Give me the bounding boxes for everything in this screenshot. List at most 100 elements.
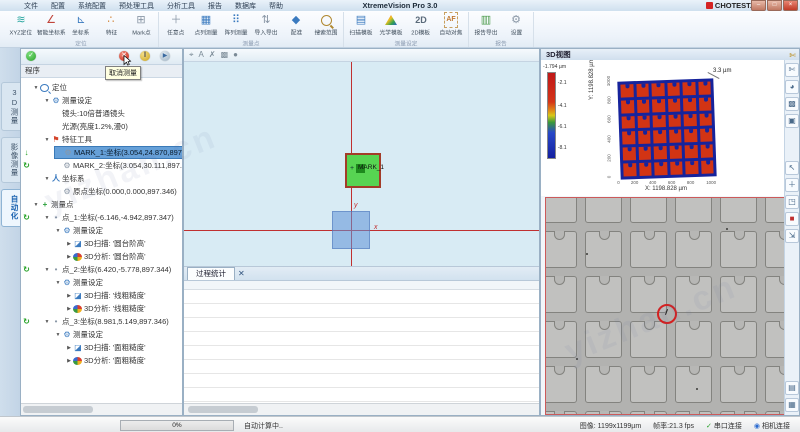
program-panel-scrollbar[interactable] bbox=[21, 403, 182, 415]
expand-arrow-icon[interactable]: ▼ bbox=[43, 137, 51, 143]
side-tab[interactable]: 影像测量 bbox=[1, 137, 21, 183]
run-button[interactable]: ✓ bbox=[26, 51, 36, 61]
import-export-button[interactable]: ⇅导入导出 bbox=[251, 12, 281, 38]
menu-item[interactable]: 文件 bbox=[24, 1, 38, 11]
gallery-icon[interactable]: ▦ bbox=[785, 398, 799, 412]
process-panel-scrollbar[interactable] bbox=[184, 403, 539, 415]
2d-template-button[interactable]: 2D2D模板 bbox=[406, 12, 436, 38]
tree-item[interactable]: ▼⚙测量设定 bbox=[21, 94, 182, 107]
annotate-icon[interactable]: A bbox=[199, 50, 204, 60]
view3d-canvas[interactable]: -1.794 µm -2.1-4.1-6.1-8.1 1000800600400… bbox=[541, 60, 785, 196]
measure-region[interactable] bbox=[332, 211, 370, 249]
expand-arrow-icon[interactable]: ▶ bbox=[65, 306, 73, 312]
align-button[interactable]: ◆配准 bbox=[281, 12, 311, 38]
tree-item[interactable]: ▶◪3D扫描: '圆台阶高' bbox=[21, 237, 182, 250]
minimize-button[interactable]: – bbox=[751, 0, 766, 11]
expand-arrow-icon[interactable]: ▼ bbox=[43, 176, 51, 182]
skip-button[interactable]: ▶ bbox=[160, 51, 170, 61]
any-point-button[interactable]: ＋任意点 bbox=[161, 12, 191, 38]
layer-icon[interactable]: ▣ bbox=[785, 114, 799, 128]
tree-item[interactable]: ▼定位 bbox=[21, 81, 182, 94]
expand-arrow-icon[interactable]: ▼ bbox=[54, 332, 62, 338]
menu-item[interactable]: 分析工具 bbox=[167, 1, 195, 11]
expand-arrow-icon[interactable]: ▼ bbox=[43, 267, 51, 273]
menu-item[interactable]: 帮助 bbox=[269, 1, 283, 11]
tree-item[interactable]: ↻▼•点_2:坐标(6.420,-5.778,897.344) bbox=[21, 263, 182, 276]
close-button[interactable]: × bbox=[783, 0, 798, 11]
scan-template-button[interactable]: ▤扫描模板 bbox=[346, 12, 376, 38]
tree-item[interactable]: 光源(亮度1.2%,漫0) bbox=[21, 120, 182, 133]
tree-item[interactable]: ▼⚙测量设定 bbox=[21, 276, 182, 289]
palette-icon[interactable]: ◕ bbox=[785, 80, 799, 94]
mark-point-button[interactable]: ⊞Mark点 bbox=[126, 12, 156, 38]
tree-item[interactable]: ⚙原点坐标(0.000,0.000,897.346) bbox=[21, 185, 182, 198]
settings-button[interactable]: ⚙设置 bbox=[501, 12, 531, 38]
report-export-button[interactable]: ▥报告导出 bbox=[471, 12, 501, 38]
crosshair-icon[interactable]: ＋ bbox=[785, 178, 799, 192]
expand-arrow-icon[interactable]: ▼ bbox=[54, 228, 62, 234]
menu-item[interactable]: 系统配置 bbox=[78, 1, 106, 11]
crop-icon[interactable]: ◳ bbox=[785, 195, 799, 209]
tab-process-statistics[interactable]: 过程统计 bbox=[187, 267, 235, 280]
tree-item[interactable]: ↻⚙MARK_2:坐标(3.054,30.111,897.339) bbox=[21, 159, 182, 172]
qrcode-icon[interactable]: ▩ bbox=[785, 97, 799, 111]
search-range-button[interactable]: 搜索范围 bbox=[311, 12, 341, 38]
tree-item[interactable]: ▶◪3D扫描: '线粗糙度' bbox=[21, 289, 182, 302]
expand-arrow-icon[interactable]: ▼ bbox=[32, 202, 40, 208]
side-tab[interactable]: 自动化 bbox=[1, 189, 21, 227]
pause-button[interactable]: ‖ bbox=[140, 51, 150, 61]
image-icon[interactable]: ▤ bbox=[785, 381, 799, 395]
maximize-button[interactable]: □ bbox=[767, 0, 782, 11]
tree-item[interactable]: ▶3D分析: '面粗糙度' bbox=[21, 354, 182, 367]
expand-arrow-icon[interactable]: ▶ bbox=[65, 241, 73, 247]
close-icon[interactable]: ✕ bbox=[238, 268, 245, 280]
feature-button[interactable]: ∴特征 bbox=[96, 12, 126, 38]
coordinate-system-icon: 人 bbox=[51, 173, 61, 184]
snip-icon[interactable]: ✄ bbox=[785, 63, 799, 77]
expand-arrow-icon[interactable]: ▼ bbox=[43, 319, 51, 325]
circle-icon[interactable]: ● bbox=[233, 50, 238, 60]
tree-item[interactable]: ▼人坐标系 bbox=[21, 172, 182, 185]
tree-item[interactable]: ↓⚙MARK_1:坐标(3.054,24.870,897.312) bbox=[21, 146, 182, 159]
autofocus-button[interactable]: AF自动对焦 bbox=[436, 12, 466, 38]
tree-item[interactable]: ▼⚙测量设定 bbox=[21, 224, 182, 237]
tree-item[interactable]: ▶◪3D扫描: '面粗糙度' bbox=[21, 341, 182, 354]
menu-item[interactable]: 预处理工具 bbox=[119, 1, 154, 11]
resize-icon[interactable]: ⇲ bbox=[785, 229, 799, 243]
xyz-position-button[interactable]: ≋XYZ定位 bbox=[6, 12, 36, 38]
tree-item[interactable]: 镜头:10倍普通镜头 bbox=[21, 107, 182, 120]
tree-item[interactable]: ↻▼•点_3:坐标(8.981,5.149,897.346) bbox=[21, 315, 182, 328]
tree-item[interactable]: ▼⚙测量设定 bbox=[21, 328, 182, 341]
fit-view-icon[interactable]: ⌖ bbox=[189, 50, 194, 60]
mark-region[interactable]: + MARK_1 bbox=[345, 153, 381, 188]
expand-arrow-icon[interactable]: ▶ bbox=[65, 254, 73, 260]
tree-item[interactable]: ▶3D分析: '圆台阶高' bbox=[21, 250, 182, 263]
expand-arrow-icon[interactable]: ▼ bbox=[54, 280, 62, 286]
expand-arrow-icon[interactable]: ▼ bbox=[43, 215, 51, 221]
array-measure-button[interactable]: ⠿阵列测量 bbox=[221, 12, 251, 38]
optical-template-button[interactable]: 光学模板 bbox=[376, 12, 406, 38]
menu-item[interactable]: 报告 bbox=[208, 1, 222, 11]
camera-live-view[interactable] bbox=[545, 197, 785, 415]
smart-coords-button[interactable]: ∠智能坐标系 bbox=[36, 12, 66, 38]
pointer-icon[interactable]: ↖ bbox=[785, 161, 799, 175]
region-icon[interactable]: ▩ bbox=[221, 50, 229, 60]
expand-arrow-icon[interactable]: ▶ bbox=[65, 358, 73, 364]
expand-arrow-icon[interactable]: ▼ bbox=[32, 85, 40, 91]
tree-item[interactable]: ▶3D分析: '线粗糙度' bbox=[21, 302, 182, 315]
side-tab[interactable]: 3D测量 bbox=[1, 82, 21, 131]
expand-arrow-icon[interactable]: ▼ bbox=[43, 98, 51, 104]
tree-item[interactable]: ↻▼•点_1:坐标(-6.146,-4.942,897.347) bbox=[21, 211, 182, 224]
menu-item[interactable]: 配置 bbox=[51, 1, 65, 11]
expand-arrow-icon[interactable]: ▶ bbox=[65, 293, 73, 299]
record-icon[interactable]: ■ bbox=[785, 212, 799, 226]
tree-item[interactable]: ▼⚑特征工具 bbox=[21, 133, 182, 146]
x-tick-label: 800 bbox=[687, 181, 694, 186]
coords-button[interactable]: ⊾坐标系 bbox=[66, 12, 96, 38]
expand-arrow-icon[interactable]: ▶ bbox=[65, 345, 73, 351]
menu-item[interactable]: 数据库 bbox=[235, 1, 256, 11]
grid-measure-button[interactable]: ▦点列测量 bbox=[191, 12, 221, 38]
tree-item[interactable]: ▼+测量点 bbox=[21, 198, 182, 211]
delete-icon[interactable]: ✗ bbox=[209, 50, 216, 60]
stage-viewport[interactable]: + MARK_1 x y bbox=[184, 62, 539, 266]
